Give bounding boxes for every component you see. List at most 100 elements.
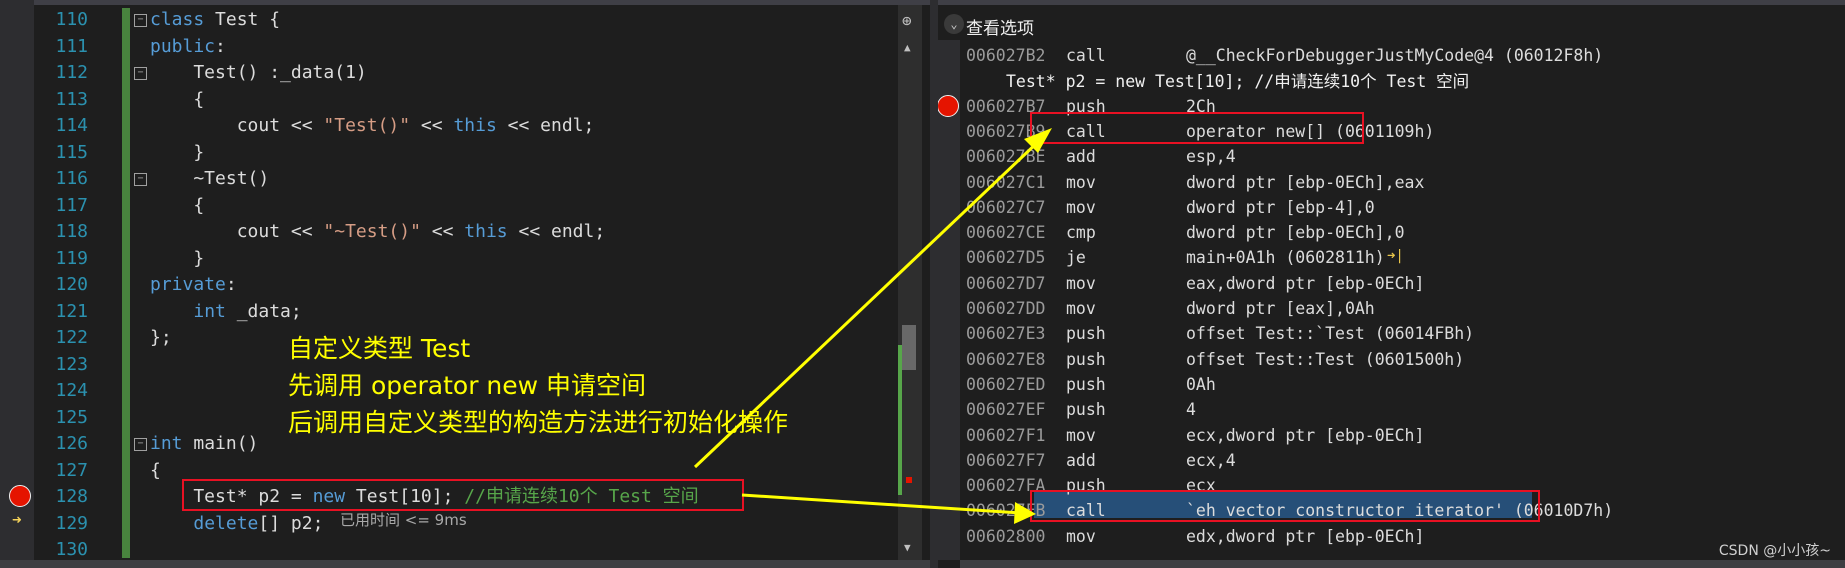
editor-vertical-scrollbar[interactable]: ⊕ ▲ ▼ (898, 5, 922, 560)
code-line[interactable]: }; (150, 325, 172, 352)
annotation-line-2: 先调用 operator new 申请空间 (288, 371, 647, 400)
code-line[interactable]: int _data; (150, 299, 301, 326)
disasm-operands: eax,dword ptr [ebp-0ECh] (1186, 273, 1425, 293)
disasm-address: 006027E8 (966, 349, 1046, 369)
line-number: 127 (55, 459, 88, 481)
line-number: 110 (55, 9, 88, 30)
disasm-operands: esp,4 (1186, 147, 1236, 167)
breakpoint-icon[interactable] (9, 485, 31, 507)
code-line[interactable]: { (150, 458, 161, 485)
disasm-row[interactable]: 006027ED push 0Ah (938, 372, 1838, 397)
code-line[interactable]: private: (150, 272, 237, 299)
scroll-down-icon[interactable]: ▼ (904, 541, 911, 554)
disasm-row[interactable]: 006027BE add esp,4 (938, 144, 1838, 169)
fold-toggle-icon[interactable]: − (134, 14, 147, 27)
line-number: 113 (55, 88, 88, 110)
code-line[interactable]: int main() (150, 431, 258, 458)
line-number: 125 (55, 406, 88, 428)
disasm-mnemonic: add (1066, 147, 1096, 167)
code-line[interactable]: cout << "~Test()" << this << endl; (150, 219, 606, 246)
disasm-operands: main+0A1h (0602811h) (1186, 248, 1385, 268)
disasm-row[interactable]: 006027DD mov dword ptr [eax],0Ah (938, 296, 1838, 321)
disassembly-tab-strip (938, 0, 1845, 5)
disasm-row[interactable]: 006027C1 mov dword ptr [ebp-0ECh],eax (938, 170, 1838, 195)
disasm-operands: edx,dword ptr [ebp-0ECh] (1186, 526, 1425, 546)
code-line[interactable]: { (150, 193, 204, 220)
disasm-operands: 0Ah (1186, 374, 1216, 394)
pane-splitter[interactable] (930, 0, 938, 568)
line-number: 121 (55, 300, 88, 322)
line-number: 116 (55, 168, 88, 189)
disasm-mnemonic: je (1066, 248, 1086, 268)
code-line[interactable]: cout << "Test()" << this << endl; (150, 113, 595, 140)
scroll-thumb[interactable] (902, 325, 916, 370)
disasm-address: 006027ED (966, 374, 1046, 394)
disassembly-horizontal-scrollbar[interactable] (960, 560, 1845, 568)
line-number: 126 (55, 433, 88, 454)
scroll-up-icon[interactable]: ▲ (904, 41, 911, 54)
line-number: 129 (55, 512, 88, 534)
disasm-mnemonic: push (1066, 349, 1106, 369)
watermark: CSDN @小小孩~ (1718, 543, 1831, 559)
code-line[interactable]: public: (150, 34, 226, 61)
disasm-highlight-box-operator-new (1030, 112, 1364, 144)
split-icon[interactable]: ⊕ (902, 11, 912, 30)
view-options-label[interactable]: 查看选项 (966, 14, 1034, 39)
disasm-row[interactable]: 006027E8 push offset Test::Test (0601500h) (938, 347, 1838, 372)
disasm-operands: dword ptr [ebp-0ECh],eax (1186, 172, 1425, 192)
disasm-mnemonic: mov (1066, 172, 1096, 192)
annotation-text: 自定义类型 Test 先调用 operator new 申请空间 后调用自定义类… (288, 330, 788, 441)
disassembly-window: ⌄ 查看选项 006027B2 call @__CheckForDebuggerJu… (938, 0, 1845, 568)
code-line[interactable]: Test() :_data(1) (150, 60, 366, 87)
line-number: 122 (55, 327, 88, 348)
disasm-operands: offset Test::`Test (06014FBh) (1186, 324, 1475, 344)
current-statement-arrow-icon: ➜ (12, 510, 22, 529)
scroll-marker-breakpoint (906, 477, 912, 483)
breakpoint-icon[interactable] (938, 95, 959, 117)
disasm-operands: ecx,dword ptr [ebp-0ECh] (1186, 425, 1425, 445)
breakpoint-margin[interactable] (0, 0, 34, 568)
line-number: 114 (55, 115, 88, 136)
line-number: 117 (55, 194, 88, 216)
disasm-address: 006027D5 (966, 248, 1046, 268)
disasm-row[interactable]: 006027F1 mov ecx,dword ptr [ebp-0ECh] (938, 423, 1838, 448)
editor-tab-strip (0, 0, 930, 5)
fold-toggle-icon[interactable]: − (134, 67, 147, 80)
disasm-mnemonic: mov (1066, 273, 1096, 293)
view-options-chevron-icon[interactable]: ⌄ (944, 14, 964, 34)
code-line[interactable]: { (150, 87, 204, 114)
line-number: 118 (55, 221, 88, 242)
code-line[interactable]: } (150, 140, 204, 167)
disasm-row[interactable]: 006027B2 call @__CheckForDebuggerJustMyCod… (938, 43, 1838, 68)
line-number: 120 (55, 274, 88, 295)
disasm-address: 006027E3 (966, 324, 1046, 344)
disasm-address: 006027DD (966, 299, 1046, 318)
source-highlight-box (182, 479, 744, 511)
disasm-mnemonic: push (1066, 324, 1106, 344)
code-line[interactable]: delete[] p2; (150, 511, 323, 538)
editor-horizontal-scrollbar[interactable] (0, 560, 930, 568)
change-tracking-bar (122, 8, 130, 558)
line-number: 111 (55, 35, 88, 57)
elapsed-time-hint: 已用时间 <= 9ms (340, 511, 467, 529)
disasm-address: 006027B2 (966, 46, 1046, 65)
disasm-row[interactable]: 006027E3 push offset Test::`Test (06014FBh… (938, 321, 1838, 346)
code-line[interactable]: ~Test() (150, 166, 269, 193)
disasm-row[interactable]: 006027CE cmp dword ptr [ebp-0ECh],0 (938, 220, 1838, 245)
code-line[interactable]: class Test { (150, 7, 280, 34)
disasm-row[interactable]: 00602800 mov edx,dword ptr [ebp-0ECh] (938, 524, 1838, 549)
disasm-row[interactable]: 006027C7 mov dword ptr [ebp-4],0 (938, 195, 1838, 220)
disasm-operands: offset Test::Test (0601500h) (1186, 349, 1465, 369)
fold-toggle-icon[interactable]: − (134, 173, 147, 186)
disasm-operands: dword ptr [eax],0Ah (1186, 299, 1375, 318)
disasm-row[interactable]: 006027D7 mov eax,dword ptr [ebp-0ECh] (938, 271, 1838, 296)
fold-toggle-icon[interactable]: − (134, 438, 147, 451)
disasm-address: 006027F7 (966, 450, 1046, 470)
disasm-row[interactable]: 006027EF push 4 (938, 397, 1838, 422)
line-number: 119 (55, 247, 88, 269)
code-line[interactable]: } (150, 246, 204, 273)
disasm-address: 006027D7 (966, 273, 1046, 293)
disasm-mnemonic: add (1066, 450, 1096, 470)
disasm-row[interactable]: 006027F7 add ecx,4 (938, 448, 1838, 473)
disasm-mnemonic: call (1066, 46, 1106, 65)
